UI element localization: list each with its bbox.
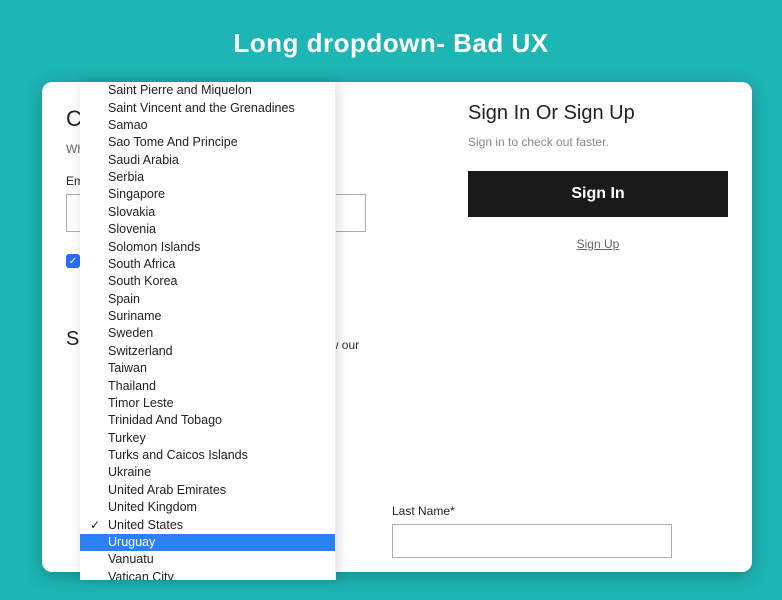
country-option[interactable]: Timor Leste (80, 395, 335, 412)
country-option[interactable]: Ukraine (80, 464, 335, 481)
country-option[interactable]: Sweden (80, 325, 335, 342)
country-option[interactable]: Vanuatu (80, 551, 335, 568)
country-option[interactable]: United States (80, 516, 335, 533)
country-option[interactable]: Serbia (80, 169, 335, 186)
country-dropdown[interactable]: Saint Pierre and MiquelonSaint Vincent a… (80, 82, 336, 580)
country-option[interactable]: Trinidad And Tobago (80, 412, 335, 429)
country-option[interactable]: Saudi Arabia (80, 152, 335, 169)
country-option[interactable]: Switzerland (80, 343, 335, 360)
country-option[interactable]: Singapore (80, 186, 335, 203)
signin-button[interactable]: Sign In (468, 171, 728, 217)
country-option[interactable]: Vatican City (80, 569, 335, 581)
signup-link[interactable]: Sign Up (468, 237, 728, 251)
agree-checkbox[interactable]: ✓ (66, 254, 80, 268)
country-option[interactable]: Saint Pierre and Miquelon (80, 82, 335, 99)
country-option[interactable]: Sao Tome And Principe (80, 134, 335, 151)
country-option[interactable]: Slovakia (80, 204, 335, 221)
country-option[interactable]: United Kingdom (80, 499, 335, 516)
country-option[interactable]: Saint Vincent and the Grenadines (80, 99, 335, 116)
lastname-input[interactable] (392, 524, 672, 558)
lastname-field: Last Name* (392, 504, 692, 558)
signin-heading: Sign In Or Sign Up (468, 102, 728, 125)
country-option[interactable]: South Korea (80, 273, 335, 290)
country-option[interactable]: Suriname (80, 308, 335, 325)
country-option[interactable]: Taiwan (80, 360, 335, 377)
country-option[interactable]: Turkey (80, 430, 335, 447)
country-option[interactable]: United Arab Emirates (80, 482, 335, 499)
country-option[interactable]: Samao (80, 117, 335, 134)
right-column: Sign In Or Sign Up Sign in to check out … (468, 102, 728, 251)
country-option[interactable]: Uruguay (80, 534, 335, 551)
lastname-label: Last Name* (392, 504, 692, 518)
signin-subtext: Sign in to check out faster. (468, 135, 728, 149)
country-option[interactable]: Solomon Islands (80, 238, 335, 255)
country-option[interactable]: South Africa (80, 256, 335, 273)
country-option[interactable]: Spain (80, 291, 335, 308)
country-option[interactable]: Turks and Caicos Islands (80, 447, 335, 464)
country-option[interactable]: Thailand (80, 377, 335, 394)
page-title: Long dropdown- Bad UX (0, 0, 782, 59)
country-option[interactable]: Slovenia (80, 221, 335, 238)
